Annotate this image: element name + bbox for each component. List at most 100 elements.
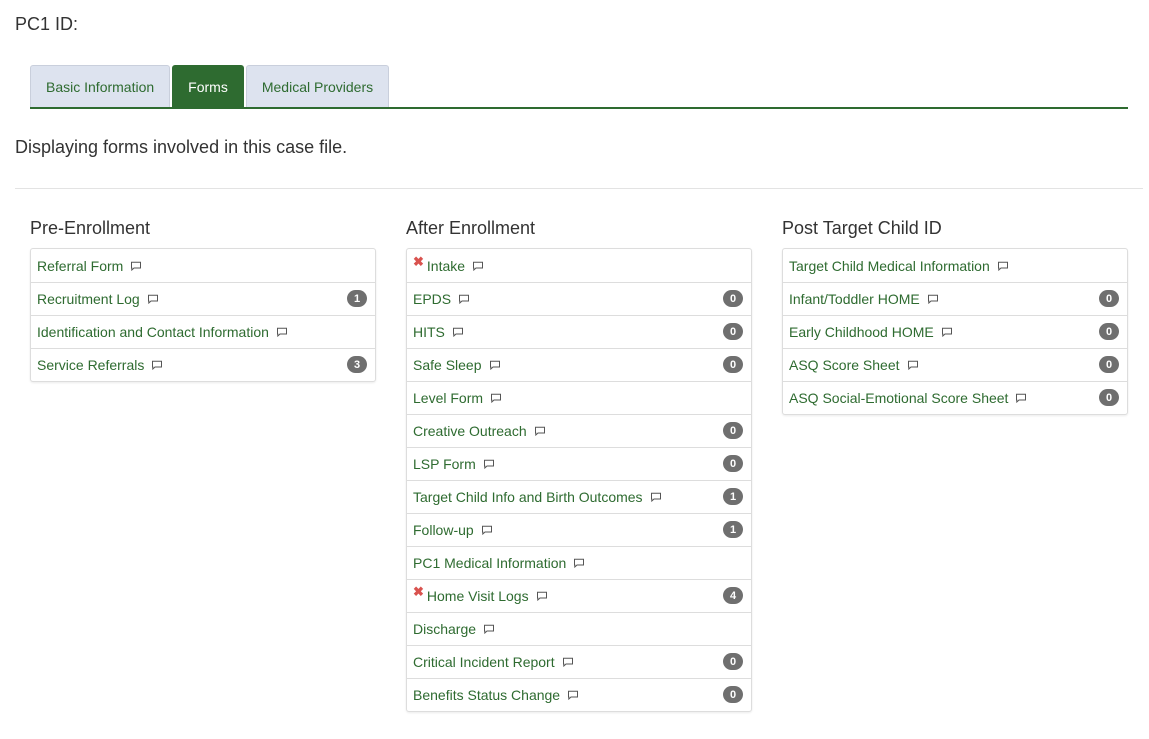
form-link[interactable]: ASQ Social-Emotional Score Sheet xyxy=(789,390,1008,406)
count-badge: 0 xyxy=(723,686,743,703)
page-description: Displaying forms involved in this case f… xyxy=(15,137,348,157)
form-list-item: Early Childhood HOME 0 xyxy=(783,315,1127,348)
form-link[interactable]: Safe Sleep xyxy=(413,357,482,373)
count-badge: 0 xyxy=(1099,323,1119,340)
form-link[interactable]: Service Referrals xyxy=(37,357,144,373)
form-list-item: Creative Outreach 0 xyxy=(407,414,751,447)
form-list-item: PC1 Medical Information xyxy=(407,546,751,579)
form-link[interactable]: Level Form xyxy=(413,390,483,406)
count-badge: 0 xyxy=(723,455,743,472)
count-badge: 0 xyxy=(1099,290,1119,307)
form-list: ✖ Intake EPDS 0 HITS 0 Safe Sleep 0 Level Form Cr… xyxy=(406,248,752,712)
form-link[interactable]: Home Visit Logs xyxy=(427,588,529,604)
column-post-target-child-id: Post Target Child ID Target Child Medica… xyxy=(782,216,1128,415)
form-list-item: Level Form xyxy=(407,381,751,414)
form-list-item: ✖ Home Visit Logs 4 xyxy=(407,579,751,612)
form-list-item: Service Referrals 3 xyxy=(31,348,375,381)
form-list-item: Discharge xyxy=(407,612,751,645)
count-badge: 0 xyxy=(723,323,743,340)
form-link[interactable]: ASQ Score Sheet xyxy=(789,357,900,373)
form-link[interactable]: Discharge xyxy=(413,621,476,637)
column-pre-enrollment: Pre-Enrollment Referral Form Recruitment … xyxy=(30,216,376,382)
comment-icon[interactable] xyxy=(907,360,919,370)
form-list-item: Benefits Status Change 0 xyxy=(407,678,751,711)
comment-icon[interactable] xyxy=(151,360,163,370)
form-link[interactable]: EPDS xyxy=(413,291,451,307)
tab-bar: Basic Information Forms Medical Provider… xyxy=(30,65,1128,109)
form-list-item: Target Child Info and Birth Outcomes 1 xyxy=(407,480,751,513)
form-list-item: ASQ Score Sheet 0 xyxy=(783,348,1127,381)
comment-icon[interactable] xyxy=(458,294,470,304)
comment-icon[interactable] xyxy=(650,492,662,502)
comment-icon[interactable] xyxy=(573,558,585,568)
form-list-item: HITS 0 xyxy=(407,315,751,348)
comment-icon[interactable] xyxy=(562,657,574,667)
comment-icon[interactable] xyxy=(1015,393,1027,403)
count-badge: 0 xyxy=(1099,356,1119,373)
count-badge: 3 xyxy=(347,356,367,373)
comment-icon[interactable] xyxy=(534,426,546,436)
form-list-item: Referral Form xyxy=(31,249,375,282)
tab-medical-providers[interactable]: Medical Providers xyxy=(245,65,390,107)
count-badge: 0 xyxy=(723,356,743,373)
comment-icon[interactable] xyxy=(130,261,142,271)
count-badge: 0 xyxy=(1099,389,1119,406)
form-list-item: ✖ Intake xyxy=(407,249,751,282)
form-link[interactable]: PC1 Medical Information xyxy=(413,555,566,571)
comment-icon[interactable] xyxy=(483,624,495,634)
comment-icon[interactable] xyxy=(567,690,579,700)
form-link[interactable]: Follow-up xyxy=(413,522,474,538)
form-list: Referral Form Recruitment Log 1 Identificat… xyxy=(30,248,376,382)
form-link[interactable]: Early Childhood HOME xyxy=(789,324,934,340)
form-list-item: Identification and Contact Information xyxy=(31,315,375,348)
count-badge: 1 xyxy=(723,488,743,505)
form-list-item: ASQ Social-Emotional Score Sheet 0 xyxy=(783,381,1127,414)
pc1-id-label: PC1 ID: xyxy=(15,14,79,34)
form-list-item: Recruitment Log 1 xyxy=(31,282,375,315)
form-link[interactable]: Recruitment Log xyxy=(37,291,140,307)
form-link[interactable]: Target Child Info and Birth Outcomes xyxy=(413,489,643,505)
column-title: Post Target Child ID xyxy=(782,218,942,238)
form-list-item: Infant/Toddler HOME 0 xyxy=(783,282,1127,315)
form-link[interactable]: Target Child Medical Information xyxy=(789,258,990,274)
divider xyxy=(15,188,1143,189)
count-badge: 0 xyxy=(723,653,743,670)
comment-icon[interactable] xyxy=(481,525,493,535)
form-link[interactable]: Benefits Status Change xyxy=(413,687,560,703)
form-list-item: Safe Sleep 0 xyxy=(407,348,751,381)
count-badge: 4 xyxy=(723,587,743,604)
comment-icon[interactable] xyxy=(927,294,939,304)
form-link[interactable]: Intake xyxy=(427,258,465,274)
comment-icon[interactable] xyxy=(490,393,502,403)
form-list-item: EPDS 0 xyxy=(407,282,751,315)
comment-icon[interactable] xyxy=(276,327,288,337)
count-badge: 0 xyxy=(723,422,743,439)
comment-icon[interactable] xyxy=(147,294,159,304)
comment-icon[interactable] xyxy=(941,327,953,337)
form-link[interactable]: Critical Incident Report xyxy=(413,654,555,670)
comment-icon[interactable] xyxy=(452,327,464,337)
form-list-item: Target Child Medical Information xyxy=(783,249,1127,282)
count-badge: 1 xyxy=(723,521,743,538)
form-list-item: Follow-up 1 xyxy=(407,513,751,546)
error-x-icon: ✖ xyxy=(413,584,424,599)
comment-icon[interactable] xyxy=(997,261,1009,271)
form-link[interactable]: Creative Outreach xyxy=(413,423,527,439)
comment-icon[interactable] xyxy=(483,459,495,469)
column-after-enrollment: After Enrollment ✖ Intake EPDS 0 HITS 0 Safe S… xyxy=(406,216,752,712)
comment-icon[interactable] xyxy=(472,261,484,271)
count-badge: 1 xyxy=(347,290,367,307)
form-list-item: Critical Incident Report 0 xyxy=(407,645,751,678)
tab-basic-information[interactable]: Basic Information xyxy=(30,65,171,107)
count-badge: 0 xyxy=(723,290,743,307)
form-link[interactable]: Identification and Contact Information xyxy=(37,324,269,340)
comment-icon[interactable] xyxy=(536,591,548,601)
comment-icon[interactable] xyxy=(489,360,501,370)
tab-forms[interactable]: Forms xyxy=(172,65,244,107)
form-link[interactable]: Infant/Toddler HOME xyxy=(789,291,920,307)
form-list-item: LSP Form 0 xyxy=(407,447,751,480)
form-link[interactable]: HITS xyxy=(413,324,445,340)
error-x-icon: ✖ xyxy=(413,253,424,269)
form-link[interactable]: Referral Form xyxy=(37,258,123,274)
form-link[interactable]: LSP Form xyxy=(413,456,476,472)
